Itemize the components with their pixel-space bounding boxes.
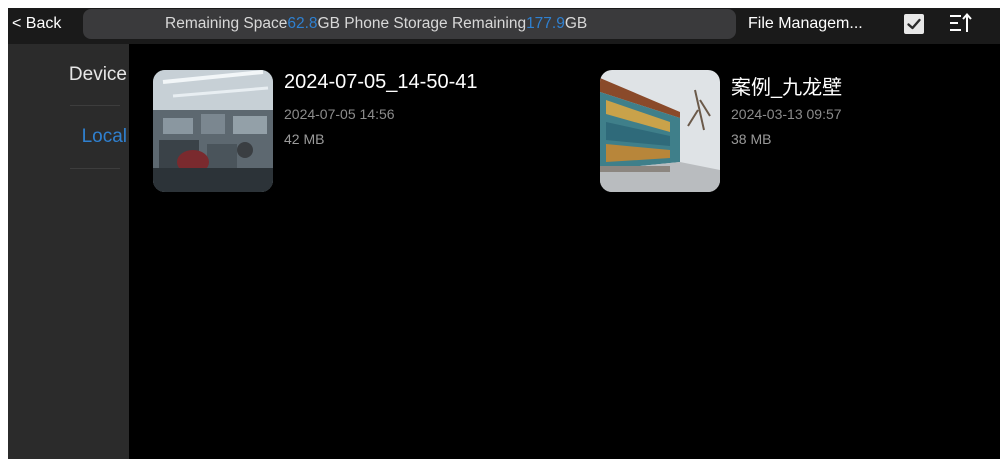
top-bar: < Back Remaining Space62.8GB Phone Stora… — [8, 8, 1000, 44]
sidebar-divider — [70, 105, 120, 106]
remaining-space-label: Remaining Space — [165, 15, 288, 32]
sidebar-divider — [70, 168, 120, 169]
sidebar-item-label: Local — [81, 126, 127, 147]
phone-storage-value: 177.9 — [526, 15, 565, 32]
remaining-space-unit: GB — [317, 15, 340, 32]
storage-info-text: Remaining Space62.8GB Phone Storage Rema… — [165, 9, 587, 39]
sidebar-item-local[interactable]: Local — [8, 126, 129, 148]
sidebar-item-label: Device — [68, 64, 127, 85]
file-size: 42 MB — [284, 131, 325, 147]
checkbox-checked-icon[interactable] — [904, 14, 924, 34]
sort-icon[interactable] — [948, 12, 974, 36]
office-video-thumbnail — [153, 70, 273, 192]
sidebar-item-device[interactable]: Device — [8, 64, 129, 86]
file-card[interactable]: 案例_九龙壁 2024-03-13 09:57 38 MB — [600, 70, 960, 194]
phone-storage-unit: GB — [564, 15, 588, 32]
file-card[interactable]: 2024-07-05_14-50-41 2024-07-05 14:56 42 … — [153, 70, 513, 194]
file-title: 2024-07-05_14-50-41 — [284, 71, 478, 93]
nine-dragon-wall-thumbnail — [600, 70, 720, 192]
file-size: 38 MB — [731, 131, 772, 147]
file-management-button[interactable]: File Managem... — [748, 8, 863, 40]
file-date: 2024-07-05 14:56 — [284, 106, 395, 122]
app-screen: < Back Remaining Space62.8GB Phone Stora… — [8, 8, 1000, 459]
file-date: 2024-03-13 09:57 — [731, 106, 842, 122]
back-button[interactable]: < Back — [8, 8, 61, 40]
remaining-space-value: 62.8 — [287, 15, 318, 32]
sidebar: Device Local — [8, 44, 129, 459]
file-title: 案例_九龙壁 — [731, 77, 843, 99]
storage-info-bar: Remaining Space62.8GB Phone Storage Rema… — [83, 9, 736, 39]
phone-storage-label: Phone Storage Remaining — [339, 15, 527, 32]
